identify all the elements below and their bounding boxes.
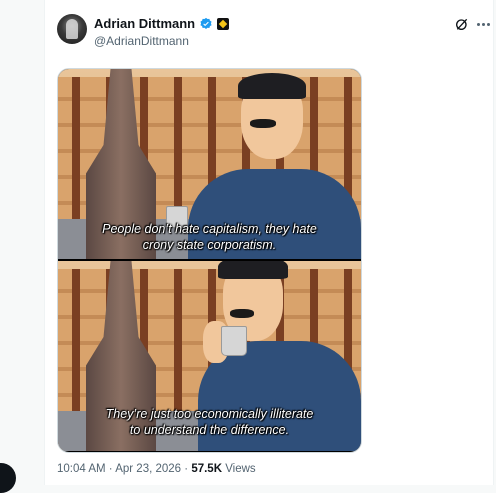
meta-separator: · [108,463,113,475]
media-caption: People don’t hate capitalism, they hate … [102,222,317,252]
media-frame-top: People don’t hate capitalism, they hate … [58,69,361,259]
author-row: Adrian Dittmann [94,16,230,31]
tweet-time[interactable]: 10:04 AM [57,463,106,475]
grok-icon[interactable] [454,16,470,32]
author-handle[interactable]: @AdrianDittmann [94,34,189,48]
views-count: 57.5K [191,463,222,475]
meta-separator: · [184,463,189,475]
more-icon[interactable] [474,15,492,33]
verified-badge-icon [200,17,212,29]
media-caption: They’re just too economically illiterate… [105,407,314,437]
avatar[interactable] [57,14,87,44]
media-frame-bottom: They’re just too economically illiterate… [58,261,361,451]
tweet-card: Adrian Dittmann @AdrianDittmann People d… [44,0,494,485]
tweet-meta: 10:04 AM · Apr 23, 2026 · 57.5K Views [57,463,256,475]
author-name[interactable]: Adrian Dittmann [94,16,195,31]
floating-action-button[interactable] [0,463,16,493]
coffee-mug [221,326,247,356]
affiliate-badge-icon[interactable] [217,17,230,30]
tweet-date[interactable]: Apr 23, 2026 [115,463,181,475]
views-label: Views [225,463,256,475]
tweet-media[interactable]: People don’t hate capitalism, they hate … [57,68,362,453]
